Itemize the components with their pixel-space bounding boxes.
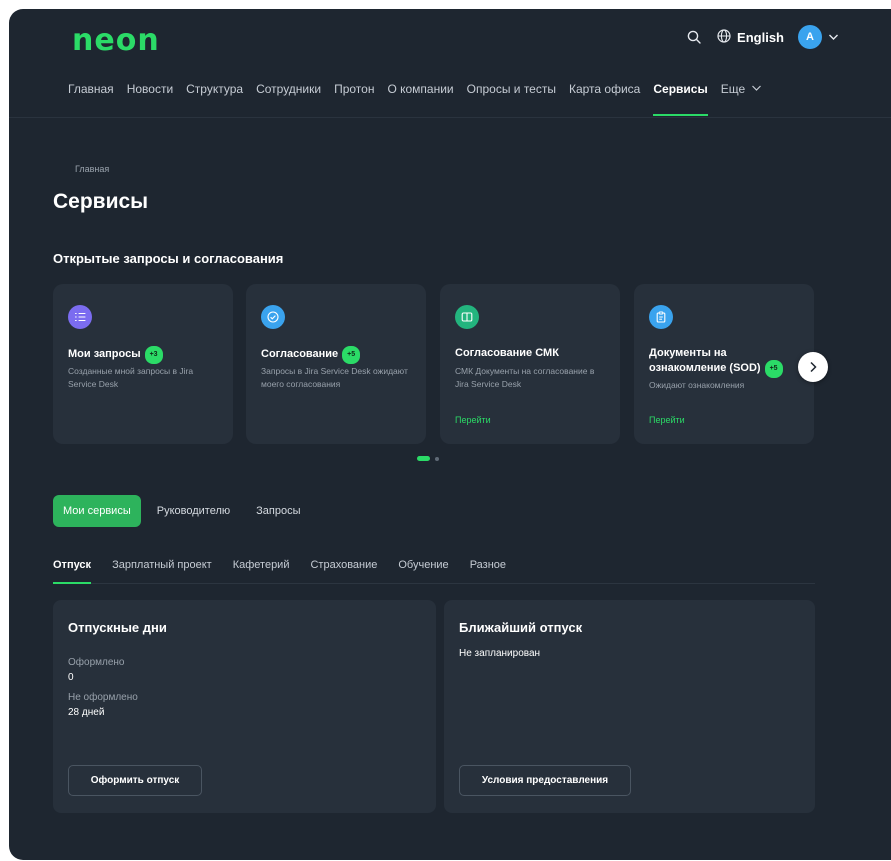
carousel-next-button[interactable] [798,352,828,382]
page-title: Сервисы [53,190,149,213]
list-icon [68,305,92,329]
search-icon[interactable] [687,30,701,44]
nav-item-office-map[interactable]: Карта офиса [569,82,640,116]
nav-item-about[interactable]: О компании [387,82,453,116]
go-link[interactable]: Перейти [649,415,685,425]
my-requests-card[interactable]: Мои запросы +3 Созданные мной запросы в J… [53,284,233,444]
carousel-pagination [417,456,439,461]
chevron-right-icon [810,361,817,373]
neon-logo[interactable]: neon [72,26,160,56]
nav-item-surveys[interactable]: Опросы и тесты [467,82,556,116]
vacation-status: Не запланирован [459,648,541,659]
nav-item-home[interactable]: Главная [68,82,114,116]
card-title: Согласование СМК [455,347,559,359]
tab-misc[interactable]: Разное [470,559,506,583]
card-title: Документы на ознакомление (SOD) +5 [649,346,784,378]
issued-value: 0 [68,672,74,683]
apply-vacation-button[interactable]: Оформить отпуск [68,765,202,796]
nav-item-more[interactable]: Еще [721,82,762,116]
go-link[interactable]: Перейти [455,415,491,425]
card-title: Мои запросы +3 [68,346,223,364]
main-nav: Главная Новости Структура Сотрудники Про… [68,82,775,118]
card-description: Запросы в Jira Service Desk ожидают моег… [261,366,408,389]
breadcrumb[interactable]: Главная [75,164,109,174]
nav-item-proton[interactable]: Протон [334,82,374,116]
panel-title: Ближайший отпуск [459,620,583,635]
segment-my-services[interactable]: Мои сервисы [53,495,141,527]
header: neon English A Главная Новости Структура… [9,9,891,118]
conditions-button[interactable]: Условия предоставления [459,765,631,796]
language-switcher[interactable]: English [717,28,784,46]
not-issued-value: 28 дней [68,707,105,718]
count-badge: +5 [342,346,361,364]
chevron-down-icon [752,85,762,91]
segment-requests[interactable]: Запросы [246,495,310,527]
service-tabs: Отпуск Зарплатный проект Кафетерий Страх… [53,559,815,584]
vacation-days-panel: Отпускные дни Оформлено 0 Не оформлено 2… [53,600,436,813]
carousel-dot-active[interactable] [417,456,430,461]
globe-icon [717,28,731,46]
card-description: Созданные мной запросы в Jira Service De… [68,366,194,389]
tab-insurance[interactable]: Страхование [310,559,377,583]
smk-approval-card[interactable]: Согласование СМК СМК Документы на соглас… [440,284,620,444]
carousel-dot[interactable] [435,456,439,461]
nav-more-label: Еще [720,82,746,96]
tab-education[interactable]: Обучение [398,559,448,583]
clipboard-icon [649,305,673,329]
nav-item-structure[interactable]: Структура [186,82,243,116]
nav-item-news[interactable]: Новости [127,82,173,116]
language-label: English [737,29,784,45]
avatar[interactable]: A [798,25,822,49]
card-title-text: Документы на ознакомление (SOD) [649,347,761,374]
tab-vacation[interactable]: Отпуск [53,559,92,584]
card-title: Согласование +5 [261,346,416,364]
app-window: neon English A Главная Новости Структура… [9,9,891,860]
nav-item-services[interactable]: Сервисы [653,82,709,116]
card-title-text: Согласование [261,348,339,360]
card-description: СМК Документы на согласование в Jira Ser… [455,366,595,389]
card-title-text: Мои запросы [68,348,141,360]
tab-cafeteria[interactable]: Кафетерий [233,559,290,583]
sod-documents-card[interactable]: Документы на ознакомление (SOD) +5 Ожидаю… [634,284,814,444]
tab-salary-project[interactable]: Зарплатный проект [112,559,212,583]
approval-card[interactable]: Согласование +5 Запросы в Jira Service De… [246,284,426,444]
issued-label: Оформлено [68,657,125,668]
book-icon [455,305,479,329]
count-badge: +3 [144,346,163,364]
nav-item-employees[interactable]: Сотрудники [256,82,321,116]
segment-manager[interactable]: Руководителю [147,495,240,527]
card-description: Ожидают ознакомления [649,380,745,390]
header-controls: English A [687,25,839,49]
check-circle-icon [261,305,285,329]
requests-section-title: Открытые запросы и согласования [53,251,284,266]
service-segments: Мои сервисы Руководителю Запросы [53,495,317,527]
next-vacation-panel: Ближайший отпуск Не запланирован Условия… [444,600,815,813]
count-badge: +5 [764,360,783,378]
chevron-down-icon[interactable] [828,33,839,41]
not-issued-label: Не оформлено [68,692,138,703]
panel-title: Отпускные дни [68,620,167,635]
